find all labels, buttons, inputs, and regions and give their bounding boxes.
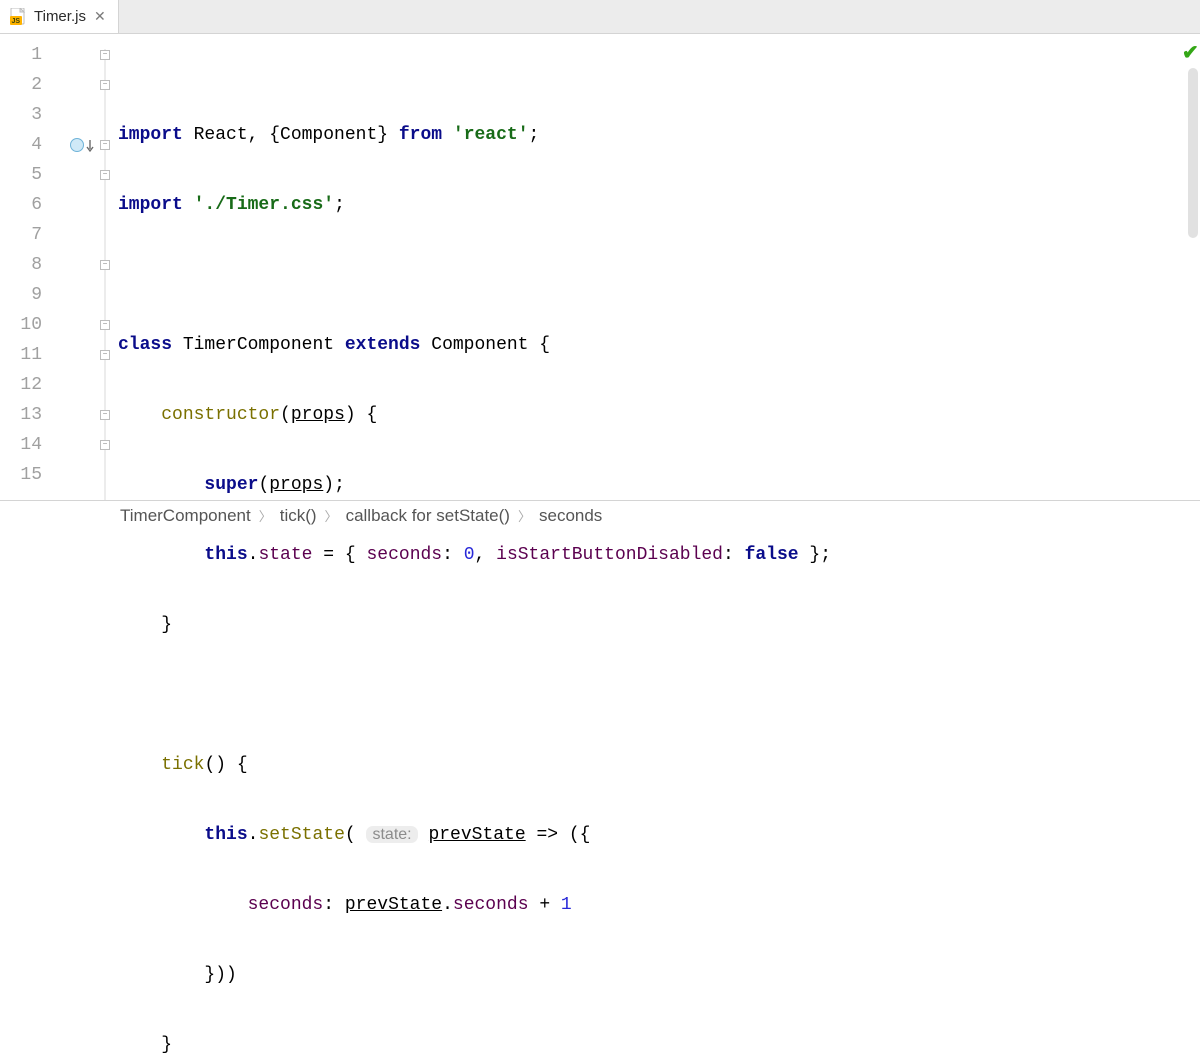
code-line[interactable]: import './Timer.css'; bbox=[118, 190, 1182, 220]
fold-handle-icon[interactable] bbox=[100, 80, 110, 90]
code-line[interactable]: super(props); bbox=[118, 470, 1182, 500]
line-number: 8 bbox=[0, 250, 50, 280]
code-line[interactable]: class TimerComponent extends Component { bbox=[118, 330, 1182, 360]
parameter-hint: state: bbox=[366, 826, 417, 843]
line-number: 2 bbox=[0, 70, 50, 100]
code-line[interactable]: })) bbox=[118, 960, 1182, 990]
fold-handle-icon[interactable] bbox=[100, 140, 110, 150]
gutter-marker-column bbox=[50, 34, 98, 500]
line-number: 13 bbox=[0, 400, 50, 430]
line-number: 15 bbox=[0, 460, 50, 490]
line-number: 14 bbox=[0, 430, 50, 460]
code-line[interactable]: this.state = { seconds: 0, isStartButton… bbox=[118, 540, 1182, 570]
fold-handle-icon[interactable] bbox=[100, 260, 110, 270]
line-number-gutter: 1 2 3 4 5 6 7 8 9 10 11 12 13 14 15 bbox=[0, 34, 50, 500]
current-line-highlight bbox=[112, 370, 1182, 400]
fold-handle-icon[interactable] bbox=[100, 320, 110, 330]
line-number: 11 bbox=[0, 340, 50, 370]
line-number: 7 bbox=[0, 220, 50, 250]
vertical-scrollbar-thumb[interactable] bbox=[1188, 68, 1198, 238]
code-editor[interactable]: 1 2 3 4 5 6 7 8 9 10 11 12 13 14 15 bbox=[0, 34, 1200, 500]
close-tab-icon[interactable]: ✕ bbox=[92, 8, 108, 25]
editor-right-rail: ✔ bbox=[1182, 34, 1200, 500]
file-tab[interactable]: JS Timer.js ✕ bbox=[0, 0, 119, 33]
line-number: 4 bbox=[0, 130, 50, 160]
code-line[interactable] bbox=[118, 260, 1182, 290]
code-line[interactable]: tick() { bbox=[118, 750, 1182, 780]
line-number: 10 bbox=[0, 310, 50, 340]
fold-handle-icon[interactable] bbox=[100, 440, 110, 450]
line-number: 12 bbox=[0, 370, 50, 400]
implements-arrow-icon[interactable] bbox=[86, 139, 94, 151]
line-number: 6 bbox=[0, 190, 50, 220]
line-number: 5 bbox=[0, 160, 50, 190]
editor-tabbar: JS Timer.js ✕ bbox=[0, 0, 1200, 34]
fold-handle-icon[interactable] bbox=[100, 50, 110, 60]
inspection-ok-icon[interactable]: ✔ bbox=[1182, 40, 1199, 66]
line-number: 9 bbox=[0, 280, 50, 310]
code-line[interactable]: this.setState( state: prevState => ({ bbox=[118, 820, 1182, 850]
code-line[interactable]: } bbox=[118, 1030, 1182, 1060]
fold-handle-icon[interactable] bbox=[100, 410, 110, 420]
code-line[interactable]: import React, {Component} from 'react'; bbox=[118, 120, 1182, 150]
code-line[interactable] bbox=[118, 680, 1182, 710]
code-line[interactable]: seconds: prevState.seconds + 1 bbox=[118, 890, 1182, 920]
override-marker-icon[interactable] bbox=[70, 138, 84, 152]
code-area[interactable]: import React, {Component} from 'react'; … bbox=[112, 34, 1182, 500]
code-line[interactable]: } bbox=[118, 610, 1182, 640]
line-number: 1 bbox=[0, 40, 50, 70]
fold-handle-icon[interactable] bbox=[100, 170, 110, 180]
fold-column bbox=[98, 34, 112, 500]
file-tab-label: Timer.js bbox=[34, 8, 86, 25]
line-number: 3 bbox=[0, 100, 50, 130]
code-line[interactable]: constructor(props) { bbox=[118, 400, 1182, 430]
fold-handle-icon[interactable] bbox=[100, 350, 110, 360]
js-file-icon: JS bbox=[10, 8, 28, 26]
svg-text:JS: JS bbox=[12, 18, 21, 25]
